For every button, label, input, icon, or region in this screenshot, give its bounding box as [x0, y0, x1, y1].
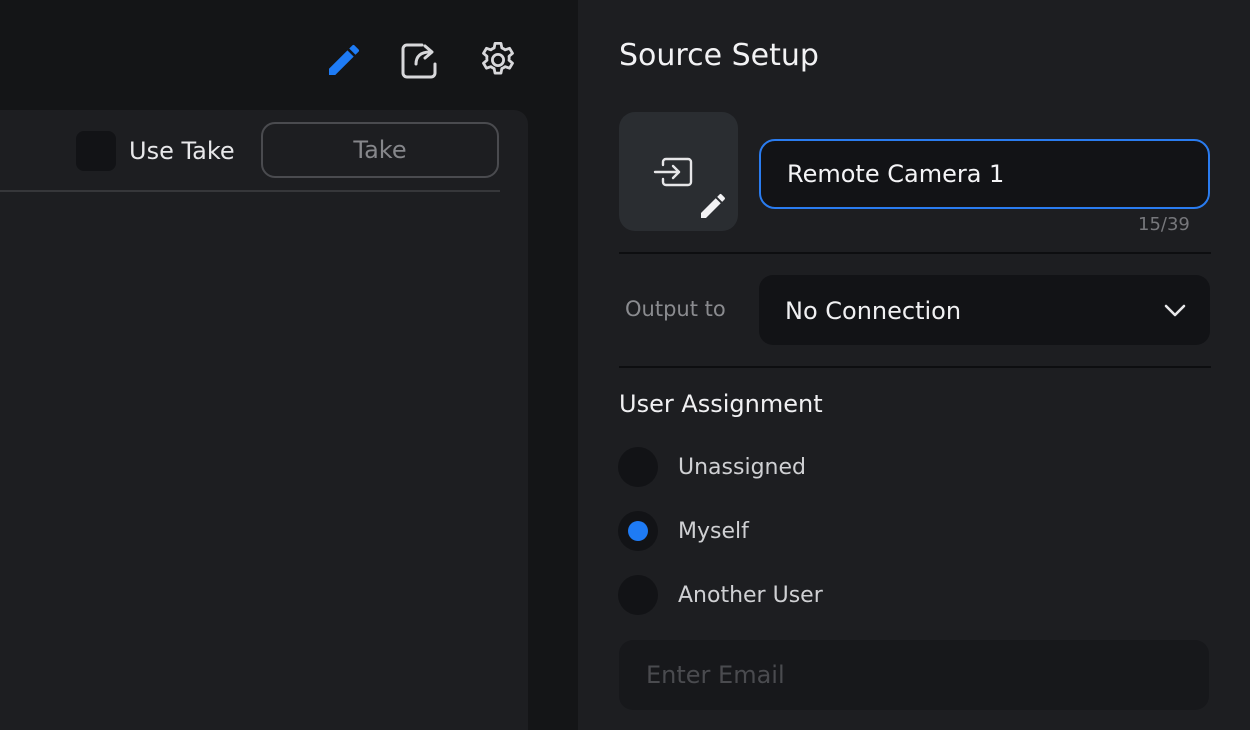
source-name-field[interactable]: [759, 139, 1210, 209]
input-source-icon: [653, 157, 693, 187]
radio-unassigned[interactable]: Unassigned: [618, 446, 806, 488]
output-select-value: No Connection: [785, 297, 962, 325]
chevron-down-icon: [1164, 304, 1186, 317]
radio-selected-dot: [628, 521, 648, 541]
divider: [0, 190, 500, 192]
radio-label: Myself: [678, 518, 749, 544]
content-panel: [0, 110, 528, 730]
panel-title: Source Setup: [619, 38, 819, 73]
char-count: 15/39: [1138, 214, 1190, 235]
email-input[interactable]: [619, 640, 1209, 710]
radio-button[interactable]: [618, 447, 658, 487]
source-name-input[interactable]: [761, 141, 1208, 207]
app-window: Use Take Take Source Setup 15/39 Output …: [0, 0, 1250, 730]
take-button[interactable]: Take: [261, 122, 499, 178]
output-select[interactable]: No Connection: [759, 275, 1210, 345]
pencil-icon[interactable]: [322, 38, 366, 82]
radio-button[interactable]: [618, 575, 658, 615]
main-area: Use Take Take: [0, 0, 578, 730]
use-take-label: Use Take: [129, 137, 235, 165]
source-setup-panel: Source Setup 15/39 Output to No Connecti…: [578, 0, 1250, 730]
user-assignment-title: User Assignment: [619, 390, 823, 418]
radio-button[interactable]: [618, 511, 658, 551]
source-icon-button[interactable]: [619, 112, 738, 231]
use-take-checkbox[interactable]: [76, 131, 116, 171]
pencil-icon: [701, 193, 726, 218]
radio-label: Unassigned: [678, 454, 806, 480]
divider: [619, 252, 1211, 254]
divider: [619, 366, 1211, 368]
email-field[interactable]: [619, 640, 1209, 710]
gear-icon[interactable]: [476, 38, 520, 82]
radio-another-user[interactable]: Another User: [618, 574, 823, 616]
radio-myself[interactable]: Myself: [618, 510, 749, 552]
radio-label: Another User: [678, 582, 823, 608]
share-icon[interactable]: [398, 38, 442, 82]
output-label: Output to: [625, 297, 726, 321]
